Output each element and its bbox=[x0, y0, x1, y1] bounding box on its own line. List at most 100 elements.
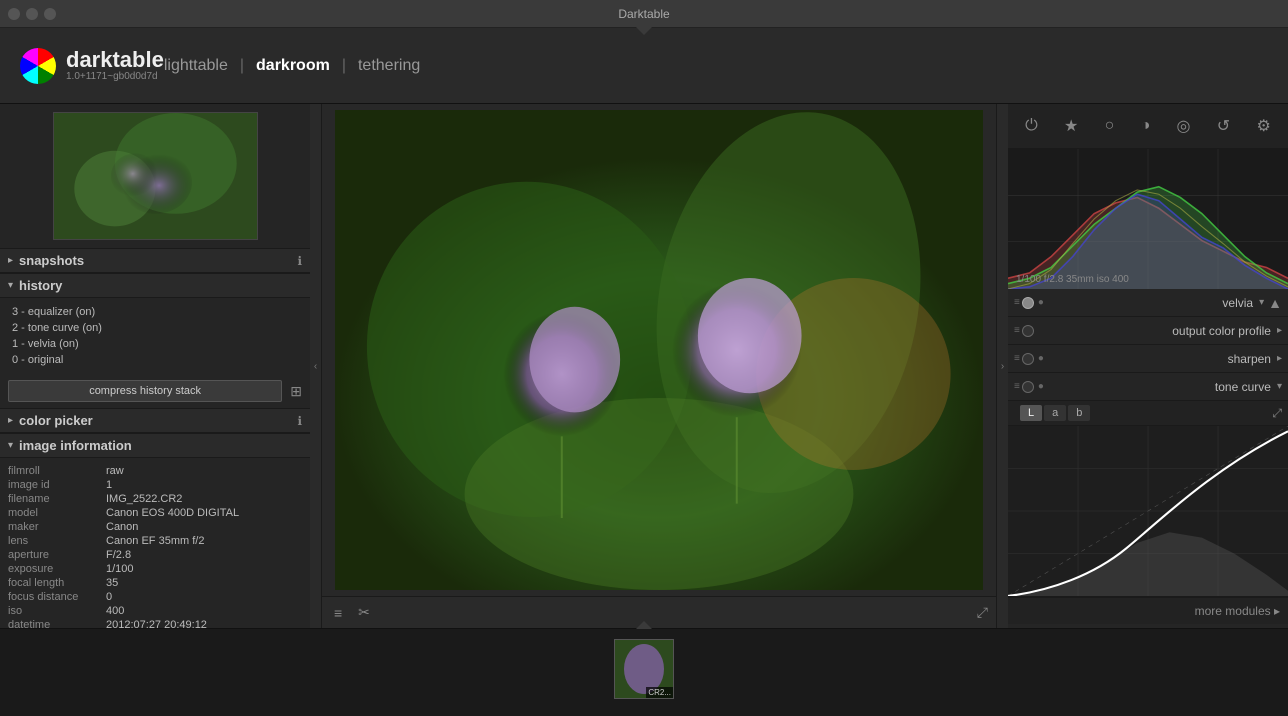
tc-expand-icon[interactable]: ⤢ bbox=[1272, 406, 1282, 421]
crop-icon[interactable]: ✂ bbox=[354, 602, 374, 623]
info-row-aperture: aperture F/2.8 bbox=[8, 548, 302, 562]
minimize-button[interactable] bbox=[26, 8, 38, 20]
close-button[interactable] bbox=[8, 8, 20, 20]
window-controls bbox=[8, 8, 56, 20]
datetime-label: datetime bbox=[8, 619, 98, 628]
color-icon[interactable]: ◎ bbox=[1173, 112, 1195, 140]
snapshots-collapse-icon: ▸ bbox=[8, 255, 13, 266]
sharpen-power-toggle[interactable] bbox=[1022, 353, 1034, 365]
info-row-focus: focus distance 0 bbox=[8, 590, 302, 604]
left-panel-collapse-arrow[interactable]: ‹ bbox=[310, 104, 322, 628]
more-modules-label: more modules bbox=[1195, 604, 1271, 618]
info-row-focal: focal length 35 bbox=[8, 576, 302, 590]
main-image-container[interactable] bbox=[322, 104, 996, 596]
snapshots-section-header[interactable]: ▸ snapshots ℹ bbox=[0, 248, 310, 273]
info-row-lens: lens Canon EF 35mm f/2 bbox=[8, 534, 302, 548]
maximize-button[interactable] bbox=[44, 8, 56, 20]
tone-curve-svg bbox=[1008, 426, 1288, 596]
velvia-toggle-dots: ≡ bbox=[1014, 297, 1020, 308]
history-item-velvia[interactable]: 1 - velvia (on) bbox=[8, 336, 302, 352]
color-picker-info-icon[interactable]: ℹ bbox=[297, 414, 302, 428]
filename-value: IMG_2522.CR2 bbox=[106, 493, 182, 505]
logo-icon bbox=[20, 48, 56, 84]
module-velvia[interactable]: ≡ ● velvia ▾ ▲ bbox=[1008, 289, 1288, 317]
left-arrow-icon: ‹ bbox=[314, 361, 317, 372]
module-sharpen[interactable]: ≡ ● sharpen ▸ bbox=[1008, 345, 1288, 373]
sharpen-label: sharpen bbox=[1046, 352, 1271, 366]
imageid-label: image id bbox=[8, 479, 98, 491]
ocp-expand-arrow[interactable]: ▸ bbox=[1277, 325, 1282, 336]
star-icon[interactable]: ★ bbox=[1060, 112, 1082, 140]
expand-icon[interactable]: ⤢ bbox=[977, 604, 988, 621]
compress-history-button[interactable]: compress history stack bbox=[8, 380, 282, 402]
grid-view-icon[interactable]: ≡ bbox=[330, 603, 346, 623]
ocp-power-toggle[interactable] bbox=[1022, 325, 1034, 337]
ocp-label: output color profile bbox=[1038, 324, 1271, 338]
module-output-color-profile[interactable]: ≡ output color profile ▸ bbox=[1008, 317, 1288, 345]
focal-value: 35 bbox=[106, 577, 118, 589]
maker-label: maker bbox=[8, 521, 98, 533]
sharpen-expand-arrow[interactable]: ▸ bbox=[1277, 353, 1282, 364]
nav-darkroom[interactable]: darkroom bbox=[256, 57, 330, 75]
tone-curve-graph[interactable] bbox=[1008, 426, 1288, 596]
velvia-expand-arrow[interactable]: ▾ bbox=[1259, 297, 1264, 308]
sharpen-info-dot: ● bbox=[1038, 353, 1044, 364]
gear-icon[interactable]: ⚙ bbox=[1252, 112, 1274, 140]
logo-text-group: darktable 1.0+1171~gb0d0d7d bbox=[66, 49, 164, 82]
snapshots-info-icon[interactable]: ℹ bbox=[297, 254, 302, 268]
tc-expand-arrow[interactable]: ▾ bbox=[1277, 381, 1282, 392]
model-label: model bbox=[8, 507, 98, 519]
nav-lighttable[interactable]: lighttable bbox=[164, 57, 228, 75]
power-icon[interactable]: ⏻ bbox=[1021, 113, 1042, 139]
history-item-original[interactable]: 0 - original bbox=[8, 352, 302, 368]
titlebar: Darktable bbox=[0, 0, 1288, 28]
exposure-value: 1/100 bbox=[106, 563, 134, 575]
filmstrip: CR2... bbox=[0, 628, 1288, 708]
velvia-label: velvia bbox=[1046, 296, 1253, 310]
tc-tab-L[interactable]: L bbox=[1020, 405, 1042, 421]
tc-label: tone curve bbox=[1046, 380, 1271, 394]
focus-label: focus distance bbox=[8, 591, 98, 603]
app-header: darktable 1.0+1171~gb0d0d7d lighttable |… bbox=[0, 28, 1288, 104]
more-modules-button[interactable]: more modules ▸ bbox=[1008, 597, 1288, 624]
halfcircle-icon[interactable]: ◑ bbox=[1137, 113, 1155, 139]
main-image bbox=[335, 110, 983, 590]
nav-tethering[interactable]: tethering bbox=[358, 57, 420, 75]
tc-power-toggle[interactable] bbox=[1022, 381, 1034, 393]
image-info-section-header[interactable]: ▾ image information bbox=[0, 433, 310, 458]
exposure-label: exposure bbox=[8, 563, 98, 575]
refresh-icon[interactable]: ↺ bbox=[1213, 112, 1234, 140]
history-item-equalizer[interactable]: 3 - equalizer (on) bbox=[8, 304, 302, 320]
filmstrip-thumb-label: CR2... bbox=[646, 687, 673, 698]
tone-curve-tabs: L a b bbox=[1020, 405, 1090, 421]
circle-icon[interactable]: ○ bbox=[1101, 113, 1119, 139]
more-modules-arrow-icon: ▸ bbox=[1274, 604, 1280, 618]
right-panel-icon-bar: ⏻ ★ ○ ◑ ◎ ↺ ⚙ bbox=[1008, 104, 1288, 149]
tone-curve-tab-bar: L a b ⤢ bbox=[1008, 401, 1288, 426]
right-panel-collapse-arrow[interactable]: › bbox=[996, 104, 1008, 628]
right-arrow-icon: › bbox=[1001, 361, 1004, 372]
iso-label: iso bbox=[8, 605, 98, 617]
app-name: darktable bbox=[66, 49, 164, 71]
aperture-label: aperture bbox=[8, 549, 98, 561]
tc-tab-b[interactable]: b bbox=[1068, 405, 1090, 421]
color-picker-section-header[interactable]: ▸ color picker ℹ bbox=[0, 408, 310, 433]
color-picker-title: color picker bbox=[19, 413, 297, 428]
filmstrip-thumbnail[interactable]: CR2... bbox=[614, 639, 674, 699]
velvia-scroll-arrow[interactable]: ▲ bbox=[1268, 295, 1282, 311]
module-tone-curve-header[interactable]: ≡ ● tone curve ▾ bbox=[1008, 373, 1288, 401]
info-row-filmroll: filmroll raw bbox=[8, 464, 302, 478]
history-section-header[interactable]: ▾ history bbox=[0, 273, 310, 298]
imageid-value: 1 bbox=[106, 479, 112, 491]
lens-value: Canon EF 35mm f/2 bbox=[106, 535, 204, 547]
history-item-tone-curve[interactable]: 2 - tone curve (on) bbox=[8, 320, 302, 336]
image-info-collapse-icon: ▾ bbox=[8, 440, 13, 451]
nav-sep-2: | bbox=[342, 57, 346, 75]
nav-sep-1: | bbox=[240, 57, 244, 75]
tc-tab-a[interactable]: a bbox=[1044, 405, 1066, 421]
color-picker-collapse-icon: ▸ bbox=[8, 415, 13, 426]
model-value: Canon EOS 400D DIGITAL bbox=[106, 507, 239, 519]
aperture-value: F/2.8 bbox=[106, 549, 131, 561]
velvia-power-toggle[interactable] bbox=[1022, 297, 1034, 309]
info-row-maker: maker Canon bbox=[8, 520, 302, 534]
